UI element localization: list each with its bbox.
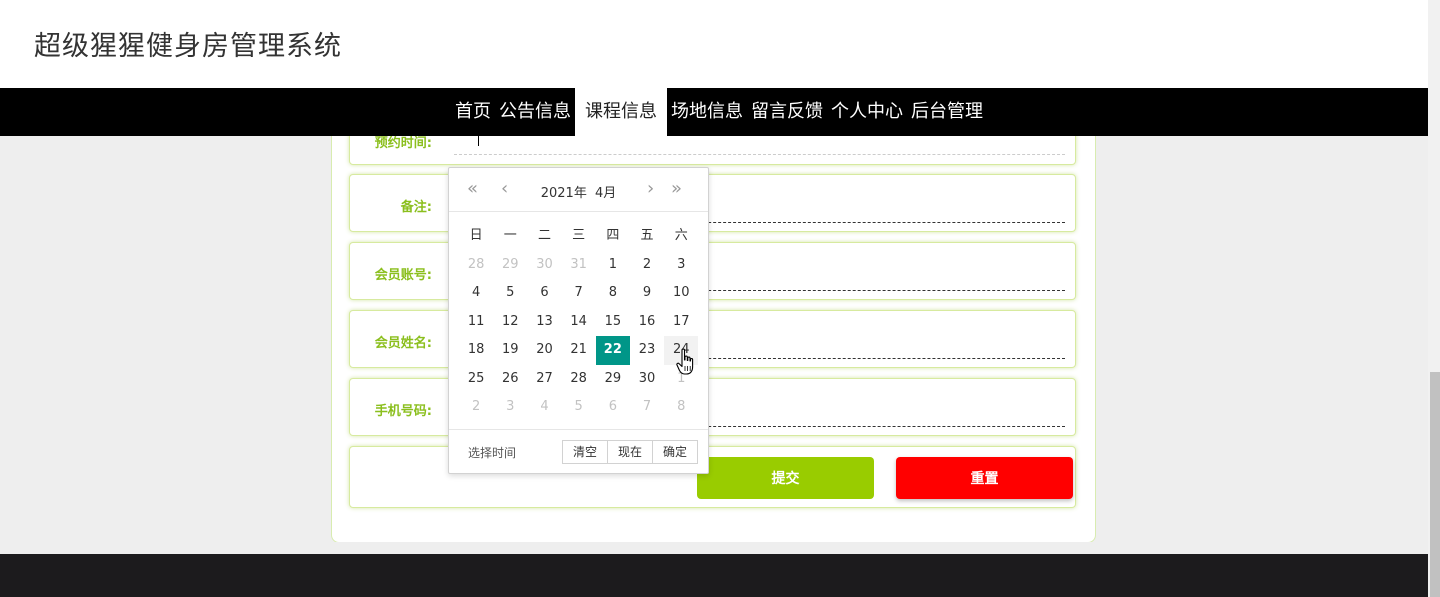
calendar-day[interactable]: 29 [493, 251, 527, 280]
date-picker: « ‹ 2021年 4月 › » 日 一 二 三 四 五 六 28 29 30 … [448, 167, 709, 474]
calendar-day[interactable]: 5 [562, 393, 596, 422]
calendar-day[interactable]: 16 [630, 308, 664, 337]
weekday-label: 四 [606, 228, 620, 243]
nav-item-courses[interactable]: 课程信息 [575, 88, 667, 136]
calendar-day[interactable]: 17 [664, 308, 698, 337]
weekday-label: 日 [469, 228, 483, 243]
calendar-day[interactable]: 1 [596, 251, 630, 280]
calendar-day[interactable]: 7 [630, 393, 664, 422]
booking-time-input[interactable] [454, 136, 1065, 155]
next-year-icon[interactable]: » [671, 179, 682, 199]
weekday-label: 二 [537, 228, 551, 243]
month-label[interactable]: 4月 [595, 186, 616, 201]
confirm-button[interactable]: 确定 [651, 440, 698, 464]
nav-item-announcements[interactable]: 公告信息 [495, 88, 575, 136]
site-header: 超级猩猩健身房管理系统 [0, 0, 1428, 88]
booking-form: 预约时间: 备注: 会员账号: 会员姓名: 手机号码: 提交 重置 [331, 136, 1096, 542]
calendar-day[interactable]: 28 [562, 365, 596, 394]
submit-button[interactable]: 提交 [697, 457, 874, 499]
date-picker-footer: 选择时间 清空 现在 确定 [449, 429, 708, 473]
weekday-row: 日 一 二 三 四 五 六 [459, 222, 698, 251]
nav-item-profile[interactable]: 个人中心 [827, 88, 907, 136]
calendar-day[interactable]: 30 [527, 251, 561, 280]
field-booking-time: 预约时间: [349, 136, 1076, 165]
calendar-day[interactable]: 6 [527, 279, 561, 308]
next-month-icon[interactable]: › [647, 179, 654, 199]
date-picker-buttons: 清空 现在 确定 [561, 440, 698, 464]
calendar-day[interactable]: 20 [527, 336, 561, 365]
calendar-day[interactable]: 10 [664, 279, 698, 308]
main-content: 预约时间: 备注: 会员账号: 会员姓名: 手机号码: 提交 重置 [0, 136, 1428, 542]
reset-button[interactable]: 重置 [896, 457, 1073, 499]
site-footer [0, 554, 1428, 597]
calendar-day[interactable]: 30 [630, 365, 664, 394]
nav-item-admin[interactable]: 后台管理 [907, 88, 987, 136]
calendar-grid: 日 一 二 三 四 五 六 28 29 30 31 1 2 3 4 5 6 7 … [459, 222, 699, 422]
member-name-label: 会员姓名: [374, 336, 432, 351]
calendar-day[interactable]: 23 [630, 336, 664, 365]
calendar-day[interactable]: 3 [664, 251, 698, 280]
calendar-day[interactable]: 6 [596, 393, 630, 422]
phone-label: 手机号码: [374, 404, 432, 419]
calendar-day[interactable]: 12 [493, 308, 527, 337]
calendar-day[interactable]: 28 [459, 251, 493, 280]
calendar-day[interactable]: 4 [527, 393, 561, 422]
now-button[interactable]: 现在 [606, 440, 653, 464]
calendar-week: 2 3 4 5 6 7 8 [459, 393, 698, 422]
calendar-week: 11 12 13 14 15 16 17 [459, 308, 698, 337]
calendar-day-selected[interactable]: 22 [595, 336, 630, 365]
site-title: 超级猩猩健身房管理系统 [34, 31, 342, 62]
nav-item-home[interactable]: 首页 [451, 88, 495, 136]
calendar-day[interactable]: 27 [527, 365, 561, 394]
calendar-day[interactable]: 5 [493, 279, 527, 308]
nav-item-venues[interactable]: 场地信息 [667, 88, 747, 136]
page-scrollbar[interactable] [1428, 0, 1440, 597]
calendar-day[interactable]: 11 [459, 308, 493, 337]
year-label[interactable]: 2021年 [541, 186, 587, 201]
calendar-day[interactable]: 4 [459, 279, 493, 308]
calendar-day[interactable]: 14 [562, 308, 596, 337]
weekday-label: 五 [640, 228, 654, 243]
weekday-label: 六 [674, 228, 688, 243]
choose-time-link[interactable]: 选择时间 [468, 444, 516, 461]
clear-button[interactable]: 清空 [561, 440, 608, 464]
calendar-day[interactable]: 15 [596, 308, 630, 337]
weekday-label: 一 [503, 228, 517, 243]
calendar-day[interactable]: 8 [664, 393, 698, 422]
calendar-day[interactable]: 2 [630, 251, 664, 280]
member-account-label: 会员账号: [374, 268, 432, 283]
calendar-day[interactable]: 19 [493, 336, 527, 365]
calendar-day[interactable]: 18 [459, 336, 493, 365]
weekday-label: 三 [572, 228, 586, 243]
calendar-day[interactable]: 3 [493, 393, 527, 422]
calendar-day[interactable]: 9 [630, 279, 664, 308]
calendar-day[interactable]: 21 [562, 336, 596, 365]
main-nav: 首页 公告信息 课程信息 场地信息 留言反馈 个人中心 后台管理 [0, 88, 1428, 136]
calendar-day[interactable]: 31 [562, 251, 596, 280]
calendar-week: 4 5 6 7 8 9 10 [459, 279, 698, 308]
calendar-week: 25 26 27 28 29 30 1 [459, 365, 698, 394]
calendar-day[interactable]: 26 [493, 365, 527, 394]
hand-pointer-icon [676, 348, 694, 375]
calendar-day[interactable]: 29 [596, 365, 630, 394]
date-picker-header: « ‹ 2021年 4月 › » [449, 168, 708, 212]
calendar-day[interactable]: 7 [562, 279, 596, 308]
scrollbar-thumb[interactable] [1430, 372, 1440, 597]
calendar-day[interactable]: 2 [459, 393, 493, 422]
calendar-day[interactable]: 13 [527, 308, 561, 337]
calendar-week: 28 29 30 31 1 2 3 [459, 251, 698, 280]
calendar-day[interactable]: 8 [596, 279, 630, 308]
year-month-display: 2021年 4月 [449, 182, 708, 201]
remark-label: 备注: [400, 200, 432, 215]
calendar-day[interactable]: 25 [459, 365, 493, 394]
calendar-week: 18 19 20 21 22 23 24 [459, 336, 699, 365]
nav-item-feedback[interactable]: 留言反馈 [747, 88, 827, 136]
